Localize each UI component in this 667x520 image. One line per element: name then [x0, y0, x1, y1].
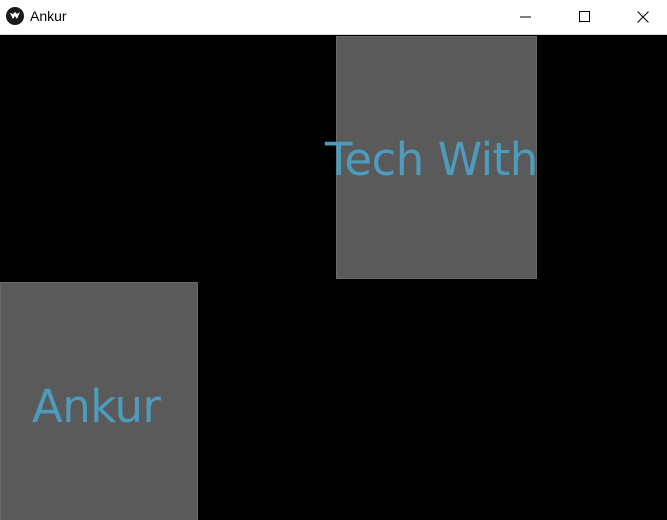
ankur-label: Ankur [32, 380, 161, 433]
maximize-icon [579, 11, 590, 22]
tech-with-label: Tech With [325, 133, 538, 186]
window-title: Ankur [30, 8, 67, 24]
title-bar[interactable]: Ankur [0, 0, 667, 35]
minimize-button[interactable] [497, 0, 555, 34]
kivy-logo-icon [6, 7, 24, 25]
close-icon [637, 11, 649, 23]
app-window: Ankur Tech With Ankur [0, 0, 667, 520]
maximize-button[interactable] [556, 0, 614, 34]
kivy-canvas: Tech With Ankur [0, 36, 667, 520]
minimize-icon [520, 16, 531, 18]
close-button[interactable] [614, 0, 667, 34]
